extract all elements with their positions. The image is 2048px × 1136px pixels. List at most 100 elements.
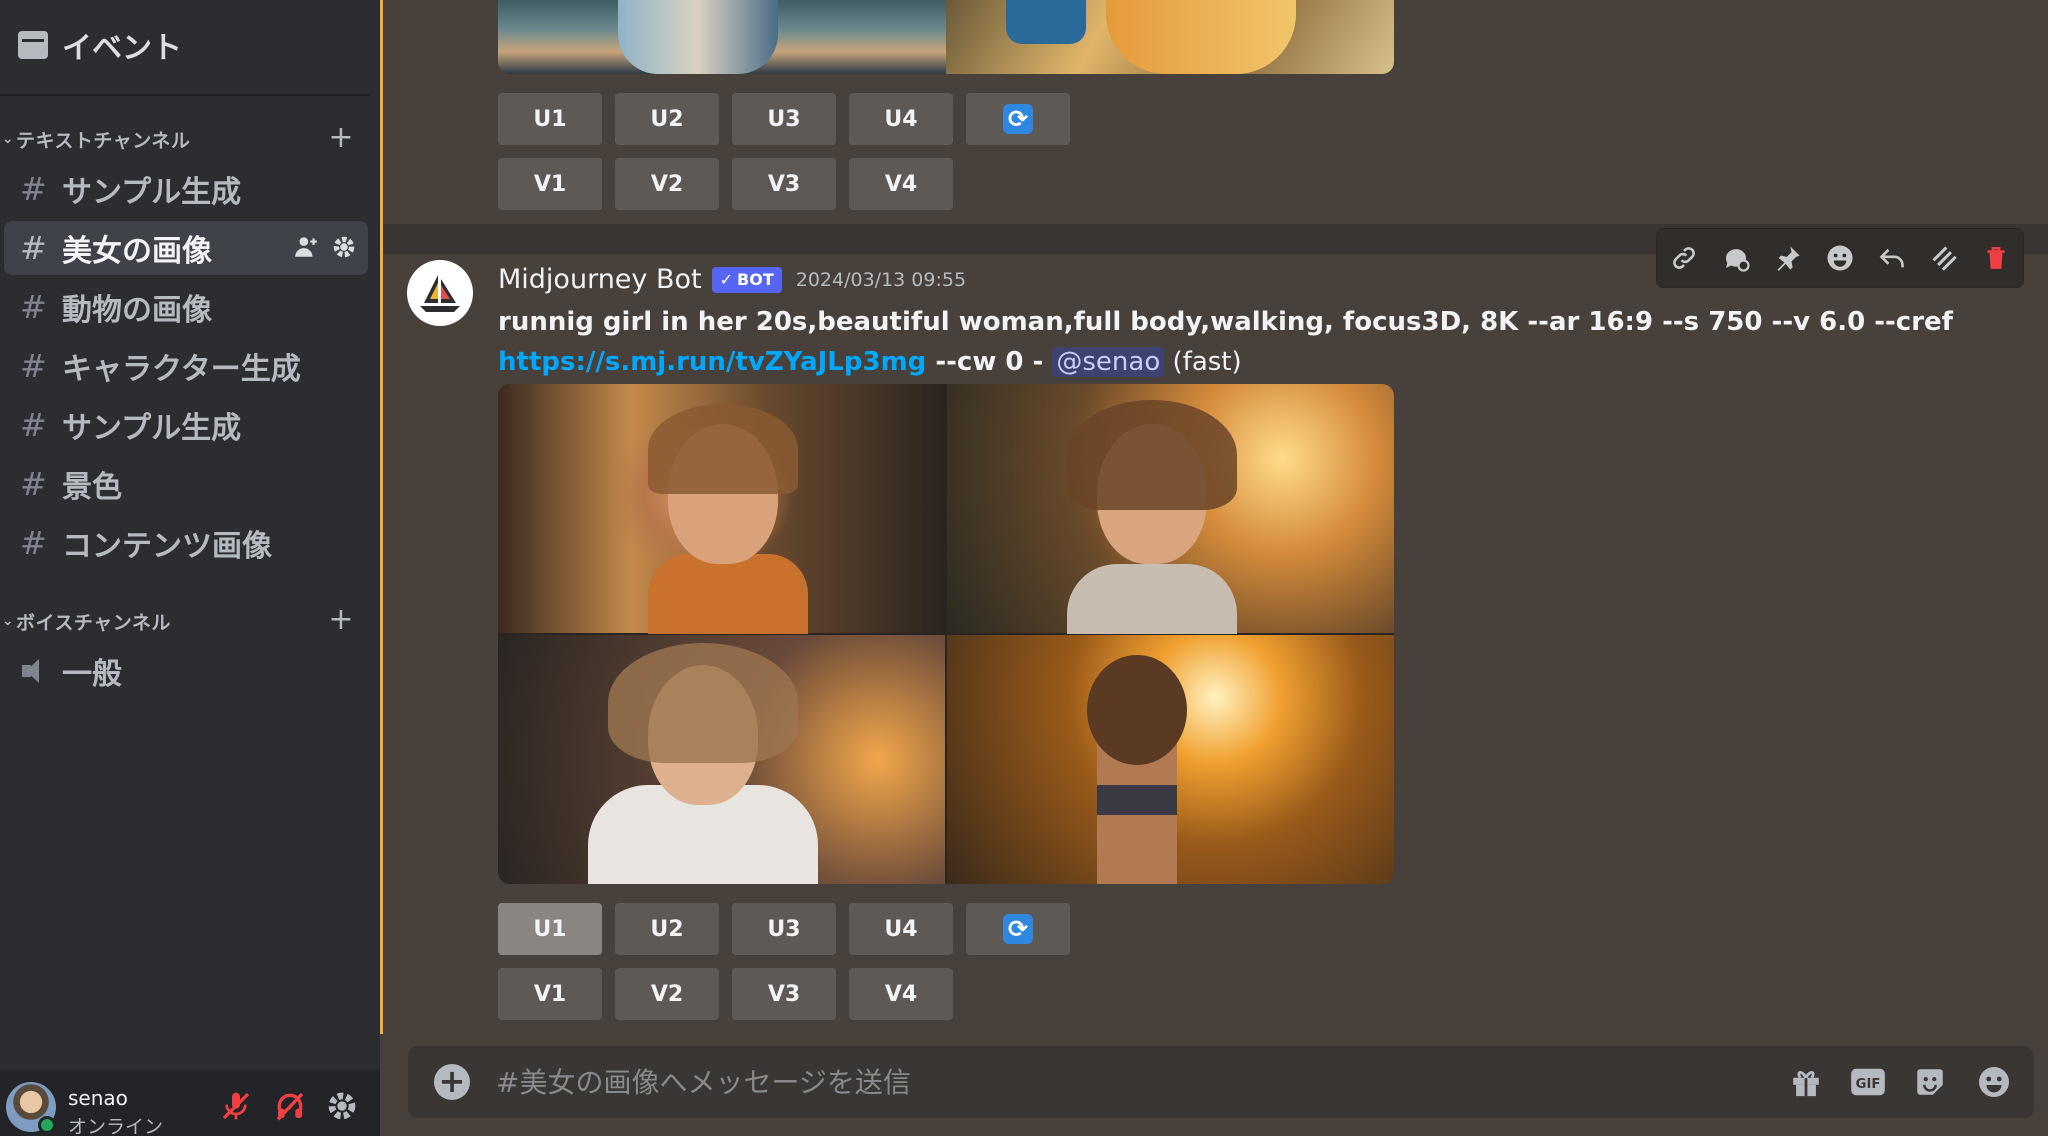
variation-row: V1 V2 V3 V4: [498, 968, 953, 1020]
message-timestamp: 2024/03/13 09:55: [795, 268, 967, 291]
category-label: テキストチャンネル: [16, 129, 191, 152]
generated-image-4[interactable]: [946, 0, 1394, 74]
hash-icon: #: [20, 288, 47, 326]
verified-check-icon: ✓: [719, 270, 734, 289]
hash-icon: #: [20, 347, 47, 385]
channel-sidebar: イベント ⌄ テキストチャンネル + # サンプル生成 # 美女の画像 # 動物…: [0, 0, 380, 1136]
add-channel-icon[interactable]: +: [328, 120, 354, 155]
message-composer: + GIF: [408, 1046, 2034, 1118]
message-header: Midjourney Bot ✓ BOT 2024/03/13 09:55: [498, 264, 966, 295]
upscale-button-1[interactable]: U1: [498, 93, 602, 145]
variation-button-1[interactable]: V1: [498, 968, 602, 1020]
generated-image-2[interactable]: [947, 384, 1394, 634]
deafen-icon[interactable]: [272, 1088, 308, 1124]
add-attachment-icon[interactable]: +: [434, 1064, 470, 1100]
upscale-button-2[interactable]: U2: [615, 903, 719, 955]
prompt-suffix: --cw 0 -: [926, 347, 1053, 377]
variation-button-1[interactable]: V1: [498, 158, 602, 210]
channel-item-sample-1[interactable]: # サンプル生成: [4, 162, 368, 216]
category-text-channels[interactable]: ⌄ テキストチャンネル +: [0, 120, 370, 155]
reroll-icon: ⟳: [1003, 914, 1033, 944]
upscale-button-4[interactable]: U4: [849, 903, 953, 955]
channel-name: サンプル生成: [62, 411, 242, 446]
upscale-button-4[interactable]: U4: [849, 93, 953, 145]
message-list: U1 U2 U3 U4 ⟳ V1 V2 V3 V4 Midjourney Bot…: [383, 0, 2048, 1034]
channel-tools: [292, 233, 358, 261]
message-content: runnig girl in her 20s,beautiful woman,f…: [498, 302, 1998, 382]
gif-icon[interactable]: GIF: [1848, 1064, 1888, 1100]
generated-image-4-new[interactable]: [947, 635, 1394, 884]
hash-icon: #: [20, 524, 47, 562]
variation-button-4[interactable]: V4: [849, 968, 953, 1020]
voice-channel-general[interactable]: 一般: [4, 644, 368, 698]
bot-badge-label: BOT: [737, 270, 774, 289]
speaker-icon: [20, 656, 54, 686]
gear-icon[interactable]: [330, 233, 358, 261]
events-item[interactable]: イベント: [18, 22, 182, 68]
variation-button-2[interactable]: V2: [615, 158, 719, 210]
calendar-icon: [18, 31, 48, 59]
reroll-button[interactable]: ⟳: [966, 93, 1070, 145]
channel-item-animals[interactable]: # 動物の画像: [4, 280, 368, 334]
upscale-button-3[interactable]: U3: [732, 93, 836, 145]
hash-icon: #: [20, 465, 47, 503]
message-midjourney: Midjourney Bot ✓ BOT 2024/03/13 09:55 ru…: [383, 254, 2048, 1034]
message-input[interactable]: [496, 1060, 1596, 1104]
online-status-dot: [38, 1116, 56, 1134]
category-voice-channels[interactable]: ⌄ ボイスチャンネル +: [0, 602, 370, 637]
generated-image-3[interactable]: [498, 0, 946, 74]
hash-icon: #: [20, 170, 47, 208]
upscale-button-1[interactable]: U1: [498, 903, 602, 955]
channel-item-scenery[interactable]: # 景色: [4, 457, 368, 511]
channel-name: サンプル生成: [62, 175, 242, 210]
mute-mic-icon[interactable]: [218, 1088, 254, 1124]
sidebar-divider: [0, 94, 370, 96]
chevron-down-icon: ⌄: [1, 131, 15, 147]
username: senao: [68, 1086, 128, 1110]
upscale-row: U1 U2 U3 U4 ⟳: [498, 903, 1070, 955]
gift-icon[interactable]: [1786, 1064, 1826, 1100]
reference-link[interactable]: https://s.mj.run/tvZYaJLp3mg: [498, 347, 926, 377]
variation-row-prev: V1 V2 V3 V4: [498, 158, 953, 210]
channel-name: コンテンツ画像: [62, 529, 272, 564]
reroll-button[interactable]: ⟳: [966, 903, 1070, 955]
bot-avatar[interactable]: [407, 260, 473, 326]
upscale-button-2[interactable]: U2: [615, 93, 719, 145]
channel-item-sample-2[interactable]: # サンプル生成: [4, 398, 368, 452]
variation-button-3[interactable]: V3: [732, 968, 836, 1020]
emoji-icon[interactable]: [1974, 1064, 2014, 1100]
channel-name: 景色: [62, 470, 122, 505]
generated-image-1[interactable]: [498, 384, 945, 634]
channel-name: キャラクター生成: [62, 352, 301, 387]
bot-badge: ✓ BOT: [711, 266, 782, 293]
channel-item-character[interactable]: # キャラクター生成: [4, 339, 368, 393]
category-label: ボイスチャンネル: [16, 611, 171, 634]
generated-image-grid: [498, 384, 1394, 884]
add-channel-icon[interactable]: +: [328, 602, 354, 637]
events-label: イベント: [62, 31, 182, 66]
upscale-button-3[interactable]: U3: [732, 903, 836, 955]
chevron-down-icon: ⌄: [1, 613, 15, 629]
author-name[interactable]: Midjourney Bot: [498, 264, 702, 295]
channel-name: 美女の画像: [62, 234, 212, 269]
svg-text:GIF: GIF: [1856, 1077, 1881, 1092]
variation-button-4[interactable]: V4: [849, 158, 953, 210]
previous-image-grid[interactable]: [498, 0, 1394, 74]
channel-item-bijo[interactable]: # 美女の画像: [4, 221, 368, 275]
generation-speed: (fast): [1172, 347, 1242, 377]
channel-item-content[interactable]: # コンテンツ画像: [4, 516, 368, 570]
hash-icon: #: [20, 406, 47, 444]
sticker-icon[interactable]: [1910, 1064, 1950, 1100]
user-status: オンライン: [68, 1116, 164, 1136]
channel-name: 動物の画像: [62, 293, 212, 328]
sailboat-logo-icon: [420, 275, 460, 312]
generated-image-3-new[interactable]: [498, 635, 945, 884]
user-settings-gear-icon[interactable]: [324, 1088, 360, 1124]
user-mention[interactable]: @senao: [1052, 347, 1165, 377]
user-panel: senao オンライン: [0, 1070, 380, 1136]
invite-member-icon[interactable]: [292, 233, 320, 261]
variation-button-3[interactable]: V3: [732, 158, 836, 210]
variation-button-2[interactable]: V2: [615, 968, 719, 1020]
hash-icon: #: [20, 229, 47, 267]
upscale-row-prev: U1 U2 U3 U4 ⟳: [498, 93, 1070, 145]
